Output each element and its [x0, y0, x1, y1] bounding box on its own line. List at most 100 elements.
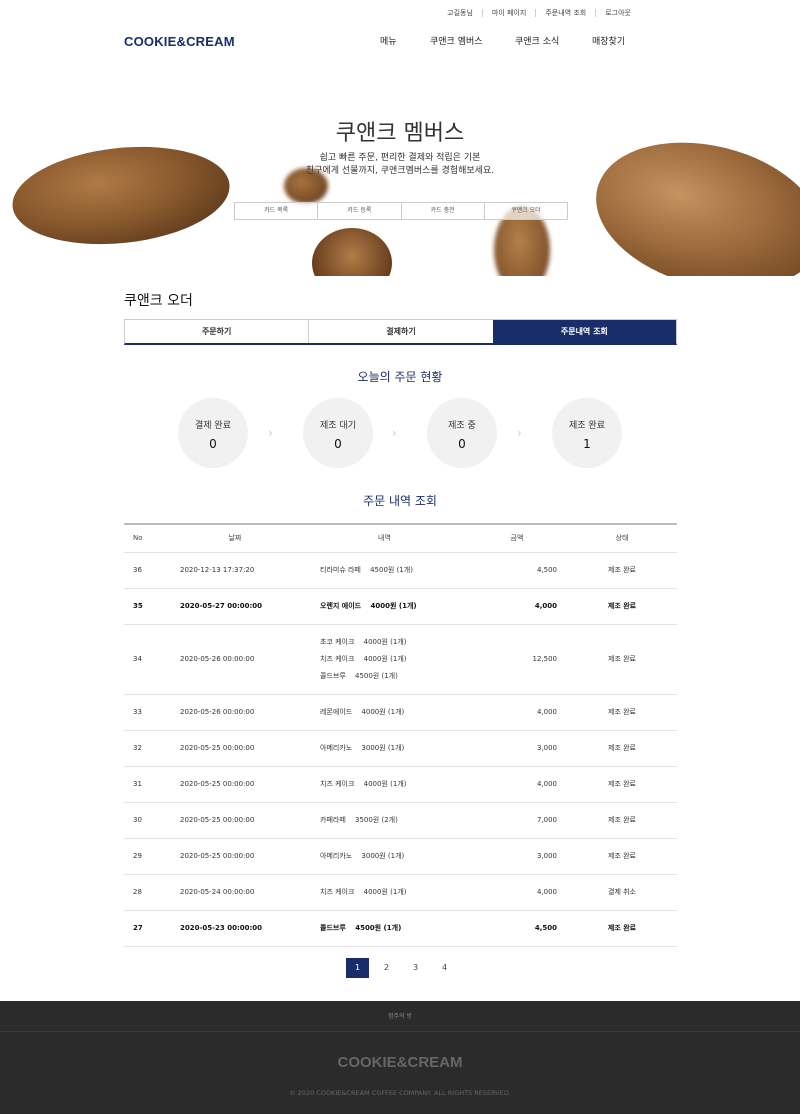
hero-title: 쿠앤크 멤버스 [335, 121, 465, 146]
table-row: 34 2020-05-26 00:00:00 초코 케이크 4000원 (1개) 치즈… [124, 624, 677, 695]
footer: 점주의 방 COOKIE&CREAM © 2020 COOKIE&CREAM C… [0, 1001, 800, 1114]
nav-menu[interactable]: 메뉴 [380, 34, 430, 47]
hero-tab-card-list[interactable]: 카드 목록 [235, 203, 317, 219]
hero-tab-order[interactable]: 쿠앤크 오더 [483, 203, 567, 219]
order-item: 콜드브루 4500원 (1개) [320, 923, 402, 932]
order-items: 치즈 케이크 4000원 (1개) [302, 874, 467, 911]
order-amount: 4,000 [467, 766, 567, 803]
tab-order[interactable]: 주문하기 [125, 320, 308, 343]
order-no: 33 [124, 694, 168, 731]
nav-news[interactable]: 쿠앤크 소식 [515, 34, 592, 47]
order-item: 티라미슈 라떼 4500원 (1개) [320, 565, 413, 574]
order-no: 35 [124, 588, 168, 625]
order-amount: 3,000 [467, 838, 567, 875]
order-date: 2020-05-25 00:00:00 [168, 838, 302, 875]
order-items: 아메리카노 3000원 (1개) [302, 730, 467, 767]
order-item: 초코 케이크 4000원 (1개) [320, 637, 407, 646]
order-no: 32 [124, 730, 168, 767]
table-row: 29 2020-05-25 00:00:00 아메리카노 3000원 (1개) 3,0… [124, 838, 677, 875]
owner-room-link[interactable]: 점주의 방 [0, 1001, 800, 1032]
logout-link[interactable]: 로그아웃 [595, 9, 640, 17]
tab-payment[interactable]: 결제하기 [308, 320, 492, 343]
order-item: 아메리카노 3000원 (1개) [320, 743, 405, 752]
order-items: 오렌지 에이드 4000원 (1개) [302, 588, 467, 625]
order-date: 2020-12-13 17:37:20 [168, 552, 302, 589]
table-header-row: No 날짜 내역 금액 상태 [124, 523, 677, 553]
order-no: 28 [124, 874, 168, 911]
hero-tab-card-charge[interactable]: 카드 충전 [400, 203, 484, 219]
order-item: 치즈 케이크 4000원 (1개) [320, 654, 407, 663]
table-row: 32 2020-05-25 00:00:00 아메리카노 3000원 (1개) 3,0… [124, 730, 677, 767]
tab-history[interactable]: 주문내역 조회 [492, 320, 676, 343]
order-status: 제조 완료 [567, 730, 677, 767]
order-no: 31 [124, 766, 168, 803]
order-no: 27 [124, 910, 168, 947]
table-row: 27 2020-05-23 00:00:00 콜드브루 4500원 (1개) 4,50… [124, 910, 677, 947]
page-button[interactable]: 1 [346, 958, 369, 978]
order-items: 초코 케이크 4000원 (1개) 치즈 케이크 4000원 (1개) 콜드브루 4… [302, 624, 467, 695]
order-date: 2020-05-25 00:00:00 [168, 730, 302, 767]
order-amount: 4,000 [467, 694, 567, 731]
hero-banner: 쿠앤크 멤버스 쉽고 빠른 주문, 편리한 결제와 적립은 기본 친구에게 선물… [0, 60, 800, 276]
order-date: 2020-05-26 00:00:00 [168, 694, 302, 731]
table-row: 36 2020-12-13 17:37:20 티라미슈 라떼 4500원 (1개) 4… [124, 552, 677, 589]
nav-stores[interactable]: 매장찾기 [592, 34, 652, 47]
table-row: 35 2020-05-27 00:00:00 오렌지 에이드 4000원 (1개) 4… [124, 588, 677, 625]
order-history-table: No 날짜 내역 금액 상태 36 2020-12-13 17:37:20 티라미슈… [124, 523, 677, 947]
order-items: 카페라떼 3500원 (2개) [302, 802, 467, 839]
order-status: 제조 완료 [567, 588, 677, 625]
order-items: 치즈 케이크 4000원 (1개) [302, 766, 467, 803]
hero-tab-card-register[interactable]: 카드 등록 [317, 203, 400, 219]
copyright: © 2020 COOKIE&CREAM COFFEE COMPANY. ALL … [289, 1089, 511, 1097]
status-waiting: 제조 대기 0 [303, 398, 373, 468]
site-logo[interactable]: COOKIE&CREAM [124, 34, 235, 49]
table-row: 33 2020-05-26 00:00:00 레몬에이드 4000원 (1개) 4,0… [124, 694, 677, 731]
order-no: 30 [124, 802, 168, 839]
page-button[interactable]: 2 [375, 958, 398, 978]
order-date: 2020-05-25 00:00:00 [168, 802, 302, 839]
order-status: 제조 완료 [567, 802, 677, 839]
col-date: 날짜 [168, 523, 302, 553]
user-name-link[interactable]: 고길동님 [438, 9, 482, 17]
order-item: 카페라떼 3500원 (2개) [320, 815, 398, 824]
order-items: 아메리카노 3000원 (1개) [302, 838, 467, 875]
status-label: 제조 대기 [320, 421, 356, 431]
nav-members[interactable]: 쿠앤크 멤버스 [430, 34, 515, 47]
order-amount: 4,000 [467, 874, 567, 911]
order-items: 티라미슈 라떼 4500원 (1개) [302, 552, 467, 589]
order-amount: 4,000 [467, 588, 567, 625]
main-nav: 메뉴 쿠앤크 멤버스 쿠앤크 소식 매장찾기 [380, 34, 652, 47]
order-date: 2020-05-26 00:00:00 [168, 624, 302, 695]
order-date: 2020-05-27 00:00:00 [168, 588, 302, 625]
status-count: 1 [583, 437, 591, 451]
hero-desc-line: 쉽고 빠른 주문, 편리한 결제와 적립은 기본 [319, 153, 481, 163]
order-status: 제조 완료 [567, 766, 677, 803]
page-button[interactable]: 3 [404, 958, 427, 978]
status-count: 0 [334, 437, 342, 451]
order-amount: 4,500 [467, 910, 567, 947]
order-no: 36 [124, 552, 168, 589]
order-status: 결제 취소 [567, 874, 677, 911]
order-history-link[interactable]: 주문내역 조회 [535, 9, 595, 17]
order-item: 레몬에이드 4000원 (1개) [320, 707, 405, 716]
order-no: 29 [124, 838, 168, 875]
status-done: 제조 완료 1 [552, 398, 622, 468]
order-item: 치즈 케이크 4000원 (1개) [320, 779, 407, 788]
order-status: 제조 완료 [567, 838, 677, 875]
order-no: 34 [124, 624, 168, 695]
status-count: 0 [209, 437, 217, 451]
order-status: 제조 완료 [567, 552, 677, 589]
hero-desc-line: 친구에게 선물까지, 쿠앤크멤버스를 경험해보세요. [305, 166, 495, 176]
table-row: 31 2020-05-25 00:00:00 치즈 케이크 4000원 (1개) 4,… [124, 766, 677, 803]
page-button[interactable]: 4 [433, 958, 456, 978]
order-items: 콜드브루 4500원 (1개) [302, 910, 467, 947]
today-status-title: 오늘의 주문 현황 [357, 370, 443, 384]
history-title: 주문 내역 조회 [363, 494, 437, 508]
order-amount: 7,000 [467, 802, 567, 839]
order-tabs: 주문하기 결제하기 주문내역 조회 [124, 319, 677, 345]
my-page-link[interactable]: 마이 페이지 [481, 9, 535, 17]
col-status: 상태 [567, 523, 677, 553]
order-item: 오렌지 에이드 4000원 (1개) [320, 601, 417, 610]
table-row: 28 2020-05-24 00:00:00 치즈 케이크 4000원 (1개) 4,… [124, 874, 677, 911]
order-amount: 12,500 [467, 624, 567, 695]
